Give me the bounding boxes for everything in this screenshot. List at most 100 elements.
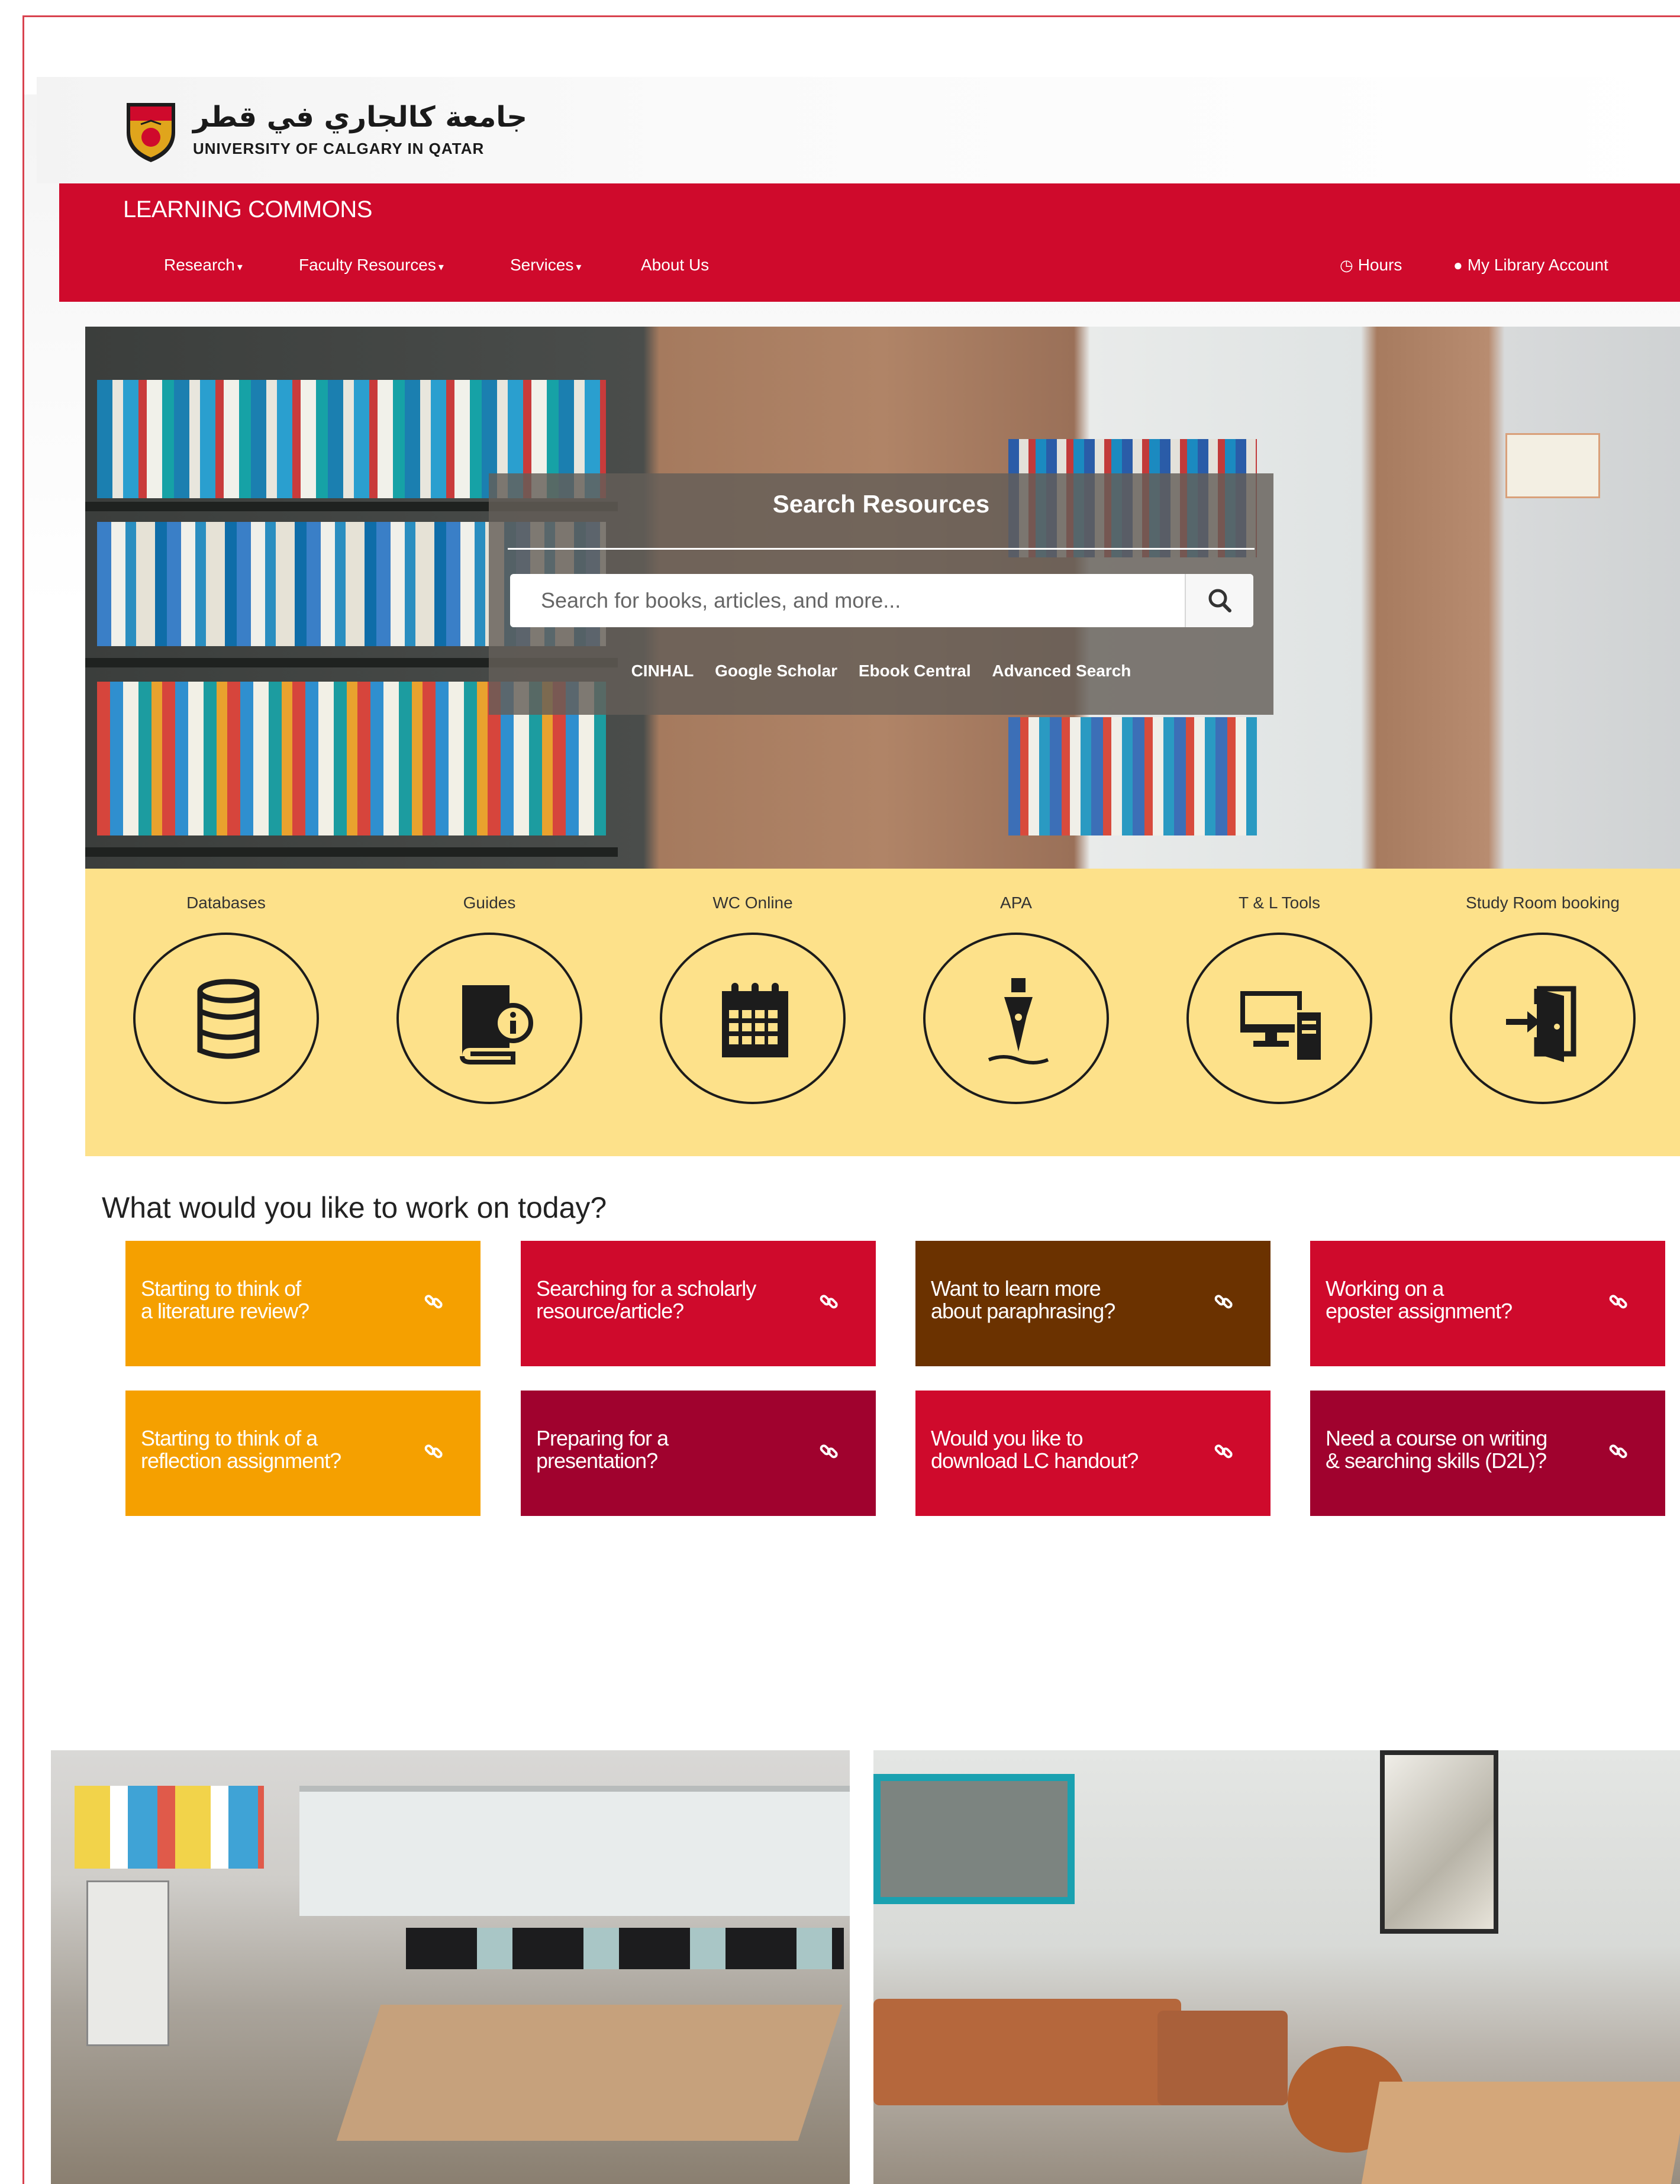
work-tile[interactable]: Starting to think of a literature review? bbox=[125, 1241, 481, 1366]
work-tile-line: reflection assignment? bbox=[141, 1449, 341, 1473]
quick-link-circle bbox=[1450, 933, 1636, 1104]
logo-english-text: UNIVERSITY OF CALGARY IN QATAR bbox=[193, 140, 485, 157]
search-icon bbox=[1208, 589, 1231, 612]
link-google-scholar[interactable]: Google Scholar bbox=[715, 662, 837, 680]
work-tile-line: Working on a bbox=[1326, 1276, 1444, 1301]
work-tile-line: Starting to think of bbox=[141, 1276, 301, 1301]
work-tile-line: Preparing for a bbox=[536, 1426, 669, 1450]
work-tile-line: download LC handout? bbox=[931, 1449, 1139, 1473]
user-icon: ● bbox=[1453, 256, 1463, 274]
link-icon bbox=[819, 1441, 839, 1467]
quick-link-circle bbox=[923, 933, 1109, 1104]
quick-link-apa[interactable]: APA bbox=[918, 869, 1114, 1156]
work-tile-line: resource/article? bbox=[536, 1299, 684, 1323]
work-tile-line: Searching for a scholarly bbox=[536, 1276, 756, 1301]
link-icon bbox=[424, 1441, 444, 1467]
main-navbar: LEARNING COMMONS Research ▾ Faculty Resou… bbox=[59, 183, 1680, 302]
shelf-image bbox=[85, 847, 618, 857]
work-tile-text: Need a course on writing & searching skil… bbox=[1326, 1427, 1586, 1472]
work-tile-line: & searching skills (D2L)? bbox=[1326, 1449, 1547, 1473]
link-ebook-central[interactable]: Ebook Central bbox=[859, 662, 971, 680]
fountain-pen-icon bbox=[988, 978, 1049, 1064]
search-box bbox=[510, 574, 1253, 627]
quick-link-circle bbox=[133, 933, 319, 1104]
work-tile-line: presentation? bbox=[536, 1449, 658, 1473]
posters-image bbox=[75, 1786, 264, 1869]
work-tile[interactable]: Starting to think of a reflection assignm… bbox=[125, 1391, 481, 1516]
quick-link-label: Databases bbox=[186, 893, 266, 912]
nav-research[interactable]: Research ▾ bbox=[164, 256, 243, 275]
search-input[interactable] bbox=[510, 574, 1185, 627]
quick-link-label: Guides bbox=[463, 893, 516, 912]
search-quick-links: CINHAL Google Scholar Ebook Central Adva… bbox=[489, 662, 1273, 680]
link-icon bbox=[424, 1292, 444, 1317]
quick-link-label: WC Online bbox=[712, 893, 793, 912]
book-info-icon bbox=[460, 985, 533, 1064]
work-tile-line: a literature review? bbox=[141, 1299, 309, 1323]
work-tile-line: Starting to think of a bbox=[141, 1426, 318, 1450]
door-enter-icon bbox=[1506, 986, 1576, 1062]
computer-lab-photo bbox=[51, 1750, 850, 2184]
nav-services[interactable]: Services ▾ bbox=[510, 256, 581, 275]
armchair-image bbox=[1157, 2011, 1288, 2105]
window-image bbox=[299, 1786, 850, 1916]
chevron-down-icon: ▾ bbox=[438, 261, 444, 273]
link-advanced-search[interactable]: Advanced Search bbox=[992, 662, 1131, 680]
bookshelf-image bbox=[1008, 717, 1257, 835]
crest-icon bbox=[127, 103, 175, 162]
work-tile-text: Would you like to download LC handout? bbox=[931, 1427, 1191, 1472]
university-logo[interactable]: جامعة كالجاري في قطر UNIVERSITY OF CALGA… bbox=[123, 98, 549, 163]
link-icon bbox=[1608, 1441, 1629, 1467]
work-tile-text: Searching for a scholarly resource/articl… bbox=[536, 1278, 797, 1322]
quick-link-databases[interactable]: Databases bbox=[128, 869, 324, 1156]
search-button[interactable] bbox=[1185, 574, 1253, 627]
quick-link-tl-tools[interactable]: T & L Tools bbox=[1182, 869, 1377, 1156]
quick-link-guides[interactable]: Guides bbox=[392, 869, 587, 1156]
work-tile-text: Want to learn more about paraphrasing? bbox=[931, 1278, 1191, 1322]
work-tile[interactable]: Working on a eposter assignment? bbox=[1310, 1241, 1665, 1366]
work-tile-line: Need a course on writing bbox=[1326, 1426, 1547, 1450]
link-cinhal[interactable]: CINHAL bbox=[631, 662, 694, 680]
link-icon bbox=[1214, 1292, 1234, 1317]
work-tile[interactable]: Searching for a scholarly resource/articl… bbox=[521, 1241, 876, 1366]
work-tile-text: Preparing for a presentation? bbox=[536, 1427, 797, 1472]
printer-image bbox=[86, 1880, 169, 2046]
quick-link-wc-online[interactable]: WC Online bbox=[655, 869, 850, 1156]
account-label: My Library Account bbox=[1467, 256, 1608, 274]
sign-image bbox=[1505, 433, 1600, 498]
work-tile-text: Starting to think of a reflection assignm… bbox=[141, 1427, 401, 1472]
site-title[interactable]: LEARNING COMMONS bbox=[123, 196, 372, 223]
work-tile-line: Want to learn more bbox=[931, 1276, 1101, 1301]
search-divider bbox=[508, 548, 1255, 550]
work-tile-text: Starting to think of a literature review? bbox=[141, 1278, 401, 1322]
work-tile[interactable]: Preparing for a presentation? bbox=[521, 1391, 876, 1516]
quick-link-circle bbox=[396, 933, 582, 1104]
my-library-account-link[interactable]: ● My Library Account bbox=[1453, 256, 1608, 275]
work-tile[interactable]: Would you like to download LC handout? bbox=[915, 1391, 1271, 1516]
nav-about-us[interactable]: About Us bbox=[641, 256, 709, 275]
nav-research-label: Research bbox=[164, 256, 235, 274]
work-tile[interactable]: Want to learn more about paraphrasing? bbox=[915, 1241, 1271, 1366]
quick-link-study-room-booking[interactable]: Study Room booking bbox=[1445, 869, 1640, 1156]
link-icon bbox=[1608, 1292, 1629, 1317]
nav-about-us-label: About Us bbox=[641, 256, 710, 274]
quick-link-label: Study Room booking bbox=[1466, 893, 1620, 912]
artwork-image bbox=[1380, 1750, 1498, 1934]
link-icon bbox=[1214, 1441, 1234, 1467]
search-panel: Search Resources CINHAL Google Scholar E… bbox=[489, 473, 1273, 715]
database-icon bbox=[197, 979, 260, 1059]
nav-services-label: Services bbox=[510, 256, 574, 274]
quick-links-bar: Databases Guides WC Online APA T & L Too… bbox=[85, 869, 1680, 1156]
nav-faculty-resources[interactable]: Faculty Resources ▾ bbox=[299, 256, 444, 275]
chevron-down-icon: ▾ bbox=[237, 261, 243, 273]
hours-link[interactable]: ◷ Hours bbox=[1340, 256, 1402, 275]
quick-link-circle bbox=[660, 933, 846, 1104]
sofa-image bbox=[873, 1999, 1181, 2105]
computer-icon bbox=[1240, 991, 1323, 1062]
logo-arabic-text: جامعة كالجاري في قطر bbox=[193, 101, 527, 134]
window-image bbox=[873, 1774, 1075, 1904]
calendar-icon bbox=[722, 983, 788, 1057]
work-tile[interactable]: Need a course on writing & searching skil… bbox=[1310, 1391, 1665, 1516]
quick-link-label: APA bbox=[1000, 893, 1032, 912]
table-image bbox=[336, 2005, 843, 2141]
